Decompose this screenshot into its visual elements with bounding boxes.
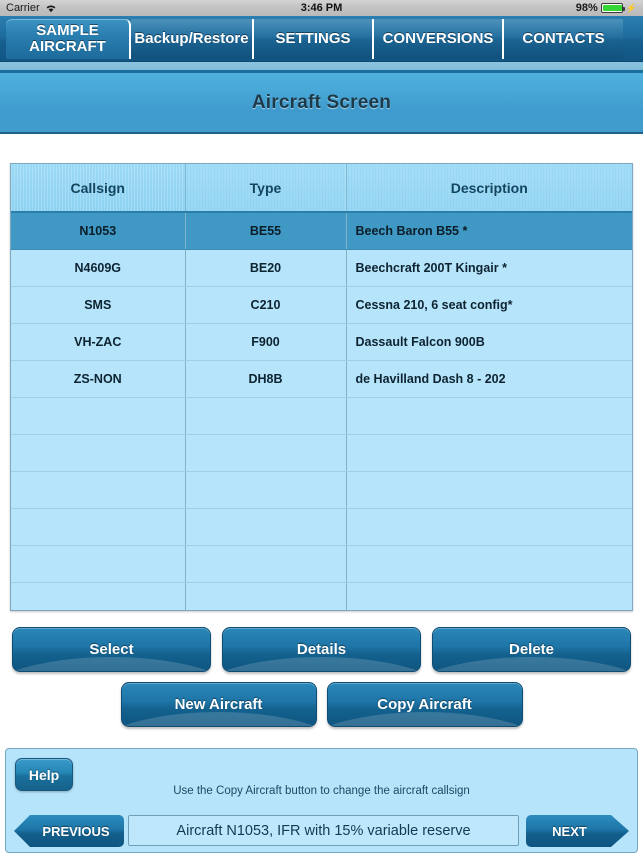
cell-description: Cessna 210, 6 seat config* [346, 286, 632, 324]
details-button[interactable]: Details [222, 627, 421, 672]
cell-description: Beech Baron B55 * [346, 212, 632, 250]
cell-type: DH8B [185, 360, 347, 398]
tab-conversions[interactable]: CONVERSIONS [374, 19, 504, 59]
battery-percent-label: 98% [575, 2, 598, 14]
tab-label: Backup/Restore [134, 30, 249, 48]
delete-button[interactable]: Delete [432, 627, 631, 672]
cell-empty [185, 434, 347, 472]
button-label: Delete [508, 641, 555, 658]
cell-empty [11, 397, 186, 435]
navigation-row: PREVIOUS Aircraft N1053, IFR with 15% va… [6, 813, 637, 849]
hint-text: Use the Copy Aircraft button to change t… [173, 785, 470, 797]
bottom-bar: Help Use the Copy Aircraft button to cha… [5, 748, 638, 853]
cell-callsign: ZS-NON [11, 360, 186, 398]
button-label: NEXT [552, 823, 587, 839]
app-root: Carrier 3:46 PM 98% ⚡ SAMPLE AIRCRAFT Ba… [0, 0, 643, 858]
battery-icon [600, 3, 625, 13]
cell-empty [185, 508, 347, 546]
table-row-empty[interactable] [11, 397, 632, 435]
table-row[interactable]: N1053 BE55 Beech Baron B55 * [11, 212, 632, 250]
new-aircraft-button[interactable]: New Aircraft [120, 682, 317, 727]
table-row-empty[interactable] [11, 471, 632, 509]
status-bar-clock: 3:46 PM [300, 2, 343, 14]
next-button[interactable]: NEXT [526, 815, 629, 847]
button-label: PREVIOUS [42, 823, 110, 839]
cell-empty [11, 545, 186, 583]
aircraft-table[interactable]: Callsign Type Description N1053 BE55 Beech… [10, 163, 633, 611]
cell-type: F900 [185, 323, 347, 361]
table-row-empty[interactable] [11, 582, 632, 610]
cell-description: de Havilland Dash 8 - 202 [346, 360, 632, 398]
tab-label: CONTACTS [522, 30, 605, 48]
button-label: Help [28, 766, 60, 783]
table-body: N1053 BE55 Beech Baron B55 * N4609G BE20 Beec… [11, 212, 632, 610]
cell-description: Beechcraft 200T Kingair * [346, 249, 632, 287]
cell-empty [346, 545, 632, 583]
cell-empty [346, 397, 632, 435]
table-row-empty[interactable] [11, 545, 632, 583]
cell-empty [346, 434, 632, 472]
table-row[interactable]: VH-ZAC F900 Dassault Falcon 900B [11, 323, 632, 361]
cell-empty [185, 582, 347, 610]
cell-empty [11, 508, 186, 546]
lightning-bolt-icon: ⚡ [625, 2, 637, 13]
cell-type: BE20 [185, 249, 347, 287]
cell-empty [11, 582, 186, 610]
ios-status-bar: Carrier 3:46 PM 98% ⚡ [0, 0, 643, 16]
table-row[interactable]: ZS-NON DH8B de Havilland Dash 8 - 202 [11, 360, 632, 398]
cell-callsign: N1053 [11, 212, 186, 250]
cell-type: BE55 [185, 212, 347, 250]
cell-empty [185, 471, 347, 509]
column-header-description[interactable]: Description [346, 164, 632, 213]
cell-empty [346, 471, 632, 509]
table-row[interactable]: N4609G BE20 Beechcraft 200T Kingair * [11, 249, 632, 287]
cell-empty [346, 508, 632, 546]
cell-empty [11, 434, 186, 472]
cell-callsign: SMS [11, 286, 186, 324]
button-label: Details [296, 641, 347, 658]
tab-label: CONVERSIONS [382, 30, 494, 48]
status-field[interactable]: Aircraft N1053, IFR with 15% variable re… [128, 815, 519, 846]
table-header-row: Callsign Type Description [11, 164, 632, 213]
primary-action-row: Select Details Delete [0, 627, 643, 672]
cell-callsign: VH-ZAC [11, 323, 186, 361]
copy-aircraft-button[interactable]: Copy Aircraft [326, 682, 523, 727]
button-label: New Aircraft [174, 696, 263, 713]
select-button[interactable]: Select [12, 627, 211, 672]
previous-button[interactable]: PREVIOUS [14, 815, 124, 847]
cell-callsign: N4609G [11, 249, 186, 287]
secondary-action-row: New Aircraft Copy Aircraft [0, 682, 643, 727]
cell-empty [185, 397, 347, 435]
column-header-callsign[interactable]: Callsign [11, 164, 186, 213]
tab-label: SETTINGS [275, 30, 351, 48]
tab-label: SAMPLE AIRCRAFT [29, 22, 106, 55]
tab-contacts[interactable]: CONTACTS [504, 19, 623, 59]
tab-settings[interactable]: SETTINGS [254, 19, 374, 59]
cell-empty [346, 582, 632, 610]
table-row-empty[interactable] [11, 508, 632, 546]
tab-backup-restore[interactable]: Backup/Restore [131, 19, 254, 59]
page-title: Aircraft Screen [251, 91, 392, 113]
button-label: Copy Aircraft [377, 696, 472, 713]
screen-title-bar: Aircraft Screen [0, 73, 643, 134]
cell-type: C210 [185, 286, 347, 324]
tab-bar-underline [0, 62, 643, 73]
cell-empty [185, 545, 347, 583]
tab-sample-aircraft[interactable]: SAMPLE AIRCRAFT [6, 19, 131, 59]
button-label: Select [89, 641, 134, 658]
column-header-type[interactable]: Type [185, 164, 347, 213]
top-tab-bar: SAMPLE AIRCRAFT Backup/Restore SETTINGS … [0, 16, 643, 62]
status-bar-right: 98% ⚡ [576, 2, 637, 14]
cell-empty [11, 471, 186, 509]
table-row[interactable]: SMS C210 Cessna 210, 6 seat config* [11, 286, 632, 324]
cell-description: Dassault Falcon 900B [346, 323, 632, 361]
table-row-empty[interactable] [11, 434, 632, 472]
